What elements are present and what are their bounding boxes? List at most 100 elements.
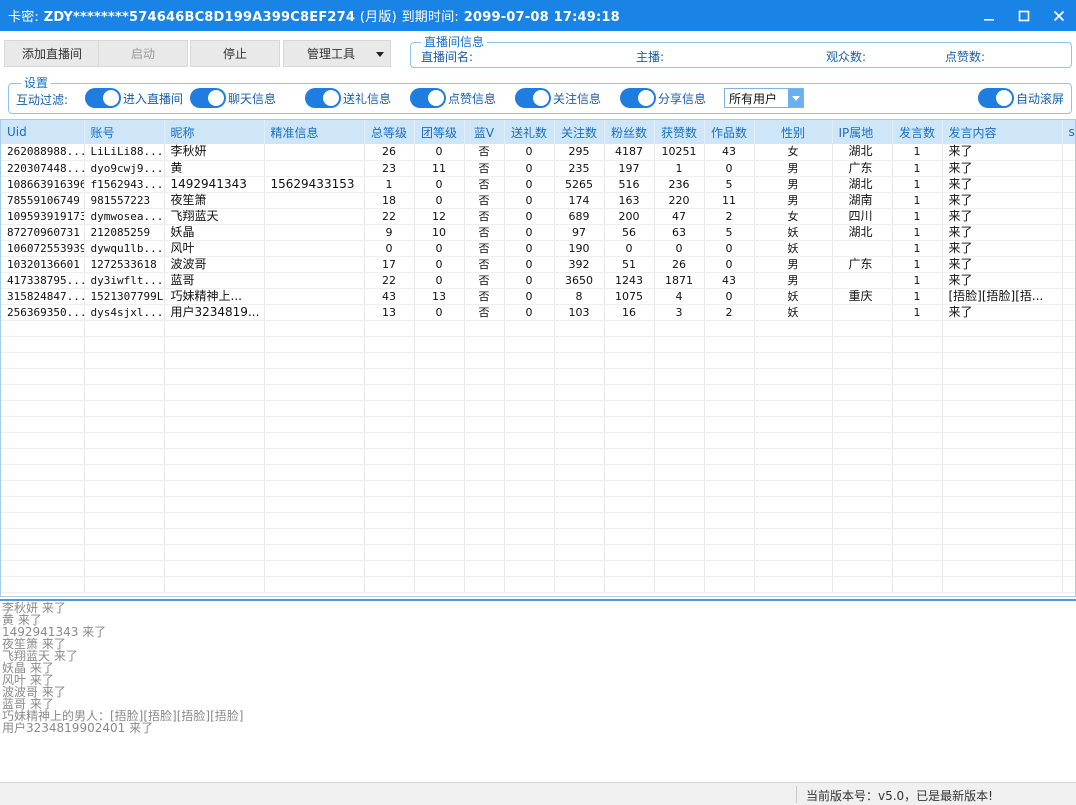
toggle-gift[interactable]: 送礼信息 <box>305 87 391 109</box>
empty-cell <box>264 352 365 369</box>
empty-cell <box>754 448 833 465</box>
cell-message-count: 1 <box>892 240 943 257</box>
manage-tools-button[interactable]: 管理工具 <box>283 40 391 67</box>
column-header-uid[interactable]: Uid <box>1 120 85 144</box>
empty-cell <box>1 448 85 465</box>
empty-cell <box>892 480 943 497</box>
column-header-following-count[interactable]: 关注数 <box>554 120 605 144</box>
toggle-share[interactable]: 分享信息 <box>620 87 706 109</box>
cell-message-content: 来了 <box>942 224 1063 241</box>
empty-cell <box>554 512 605 529</box>
empty-cell <box>704 448 755 465</box>
cell-account: dyo9cwj9... <box>84 160 165 177</box>
table-row[interactable]: 256369350... dys4sjxl... 用户3234819... 13 0 否 0… <box>1 304 1075 321</box>
column-header-message-count[interactable]: 发言数 <box>892 120 943 144</box>
column-header-fans-count[interactable]: 粉丝数 <box>604 120 655 144</box>
column-header-gift-count[interactable]: 送礼数 <box>504 120 555 144</box>
table-row[interactable]: 87270960731 212085259 妖晶 9 10 否 0 97 56 63 5 妖湖北 1 来了 <box>1 224 1075 241</box>
empty-cell <box>754 576 833 593</box>
empty-cell <box>364 496 415 513</box>
table-row[interactable]: 417338795... dy3iwflt... 蓝哥 22 0 否 0 3650 1243 18… <box>1 272 1075 289</box>
column-header-blue-v[interactable]: 蓝V <box>464 120 505 144</box>
stop-button[interactable]: 停止 <box>190 40 280 67</box>
empty-cell <box>364 480 415 497</box>
empty-cell <box>942 448 1063 465</box>
column-header-gender[interactable]: 性别 <box>754 120 833 144</box>
toggle-label: 自动滚屏 <box>1016 91 1065 106</box>
empty-cell <box>264 464 365 481</box>
add-room-button[interactable]: 添加直播间 <box>4 40 100 67</box>
table-row[interactable]: 78559106749 981557223 夜笙箫 18 0 否 0 174 163 220 11 男… <box>1 192 1075 209</box>
empty-cell <box>414 432 465 449</box>
minimize-button[interactable] <box>971 0 1006 31</box>
toggle-follow[interactable]: 关注信息 <box>515 87 601 109</box>
column-header-team-level[interactable]: 团等级 <box>414 120 465 144</box>
toggle-auto-scroll[interactable]: 自动滚屏 <box>978 87 1064 109</box>
empty-cell <box>364 464 415 481</box>
empty-cell <box>464 464 505 481</box>
empty-cell <box>1062 480 1075 497</box>
user-filter-select[interactable]: 所有用户 <box>724 88 804 108</box>
empty-cell <box>84 336 165 353</box>
user-table[interactable]: Uid 账号 昵称 精准信息 总等级 团等级 蓝V 送礼数 关注数 粉丝数 获赞数 作品数 性别 IP属地… <box>0 119 1076 597</box>
cell-precise-info: 15629433153 <box>264 176 365 193</box>
empty-cell <box>1062 400 1075 417</box>
column-header-total-level[interactable]: 总等级 <box>364 120 415 144</box>
table-row[interactable]: 109593919173 dymwosea... 飞翔蓝天 22 12 否 0 689 200 4… <box>1 208 1075 225</box>
toggle-enter-room[interactable]: 进入直播间 <box>85 87 183 109</box>
table-row[interactable]: 108663916396 f1562943... 1492941343 1562943… <box>1 176 1075 193</box>
column-header-nickname[interactable]: 昵称 <box>164 120 265 144</box>
column-header-account[interactable]: 账号 <box>84 120 165 144</box>
empty-cell <box>84 512 165 529</box>
column-header-works-count[interactable]: 作品数 <box>704 120 755 144</box>
close-button[interactable] <box>1041 0 1076 31</box>
cell-following-count: 190 <box>554 240 605 257</box>
toggle-like[interactable]: 点赞信息 <box>410 87 496 109</box>
empty-cell <box>754 384 833 401</box>
empty-cell <box>414 384 465 401</box>
table-row[interactable]: 315824847... 1521307799L 巧妹精神上... 43 13 否 0 8 10… <box>1 288 1075 305</box>
cell-gender: 男 <box>754 272 833 289</box>
empty-cell <box>942 496 1063 513</box>
empty-cell <box>704 480 755 497</box>
empty-cell <box>832 432 893 449</box>
table-row[interactable]: 220307448... dyo9cwj9... 黄 23 11 否 0 235 197 1 0 男广… <box>1 160 1075 177</box>
table-row[interactable]: 10320136601 1272533618 波波哥 17 0 否 0 392 51 26 0 男广东… <box>1 256 1075 273</box>
cell-ip-location: 湖北 <box>832 224 893 241</box>
message-log[interactable]: 李秋妍 来了黄 来了 1492941343 来了 夜笙箫 来了 飞翔蓝天 来了 妖晶 来… <box>0 599 1076 782</box>
cell-extra <box>1062 304 1075 321</box>
toggle-label: 关注信息 <box>553 91 602 106</box>
cell-following-count: 174 <box>554 192 605 209</box>
table-row[interactable]: 106072553939 dywqu1lb... 风叶 0 0 否 0 190 0 0 0 妖 1 来了 <box>1 240 1075 257</box>
empty-cell <box>264 320 365 337</box>
cell-works-count: 0 <box>704 160 755 177</box>
empty-cell <box>832 320 893 337</box>
cell-message-count: 1 <box>892 160 943 177</box>
table-row[interactable]: 262088988... LiLiLi88... 李秋妍 26 0 否 0 295 4187 10… <box>1 144 1075 161</box>
empty-cell <box>554 320 605 337</box>
column-header-likes-count[interactable]: 获赞数 <box>654 120 705 144</box>
likes-label: 点赞数: <box>945 50 986 64</box>
cell-likes-count: 0 <box>654 240 705 257</box>
empty-cell <box>554 432 605 449</box>
log-line: 夜笙箫 来了 <box>2 637 66 651</box>
cell-likes-count: 4 <box>654 288 705 305</box>
empty-cell <box>704 320 755 337</box>
column-header-extra[interactable]: sei <box>1062 120 1075 144</box>
empty-cell <box>892 320 943 337</box>
cell-gift-count: 0 <box>504 144 555 161</box>
cell-works-count: 5 <box>704 176 755 193</box>
maximize-button[interactable] <box>1006 0 1041 31</box>
column-header-ip-location[interactable]: IP属地 <box>832 120 893 144</box>
empty-cell <box>704 576 755 593</box>
start-button[interactable]: 启动 <box>98 40 188 67</box>
toggle-chat[interactable]: 聊天信息 <box>190 87 276 109</box>
cell-gender: 男 <box>754 160 833 177</box>
column-header-message-content[interactable]: 发言内容 <box>942 120 1063 144</box>
cell-nickname: 飞翔蓝天 <box>164 208 265 225</box>
empty-cell <box>754 368 833 385</box>
chevron-down-icon <box>788 89 803 107</box>
cell-message-count: 1 <box>892 224 943 241</box>
cell-ip-location: 广东 <box>832 256 893 273</box>
column-header-precise-info[interactable]: 精准信息 <box>264 120 365 144</box>
